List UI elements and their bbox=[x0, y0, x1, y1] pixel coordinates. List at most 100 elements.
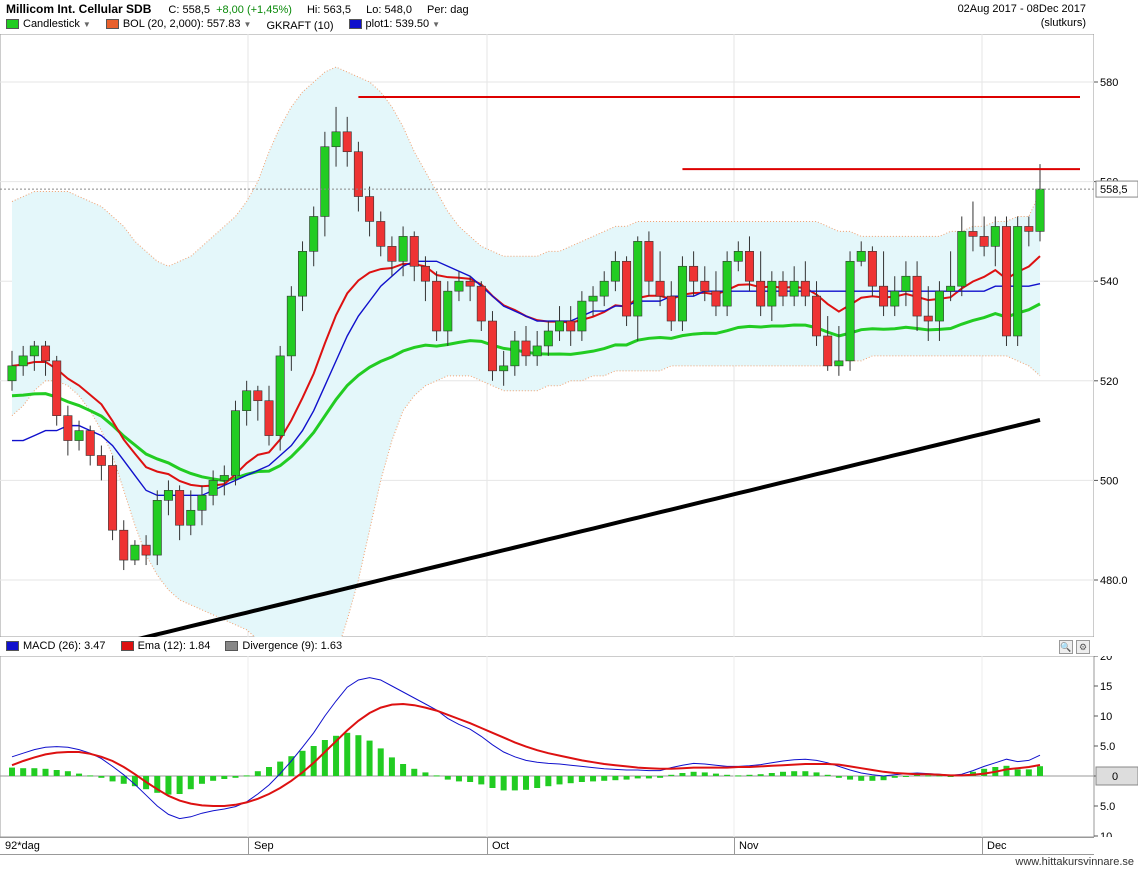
candle-body bbox=[152, 500, 162, 556]
candle-body bbox=[119, 529, 129, 561]
candle-body bbox=[510, 340, 520, 367]
candle-body bbox=[342, 131, 352, 153]
candle-body bbox=[197, 495, 207, 511]
divergence-bar bbox=[9, 767, 15, 776]
divergence-bar bbox=[768, 773, 775, 776]
candle-body bbox=[666, 295, 676, 322]
divergence-bar bbox=[98, 776, 105, 778]
divergence-bar bbox=[1037, 766, 1043, 776]
site-credit[interactable]: www.hittakursvinnare.se bbox=[1015, 856, 1134, 868]
price-axis-area bbox=[1094, 34, 1138, 637]
candle-body bbox=[96, 455, 106, 466]
divergence-bar bbox=[165, 776, 172, 795]
candle-body bbox=[566, 320, 576, 332]
candle-body bbox=[443, 290, 453, 332]
divergence-bar bbox=[869, 776, 876, 781]
candle-body bbox=[420, 265, 430, 282]
divergence-bar bbox=[87, 775, 94, 777]
legend-candlestick[interactable]: Candlestick ▼ bbox=[6, 18, 91, 30]
candle-body bbox=[487, 320, 497, 372]
macd-tick-label: 5.0 bbox=[1100, 741, 1115, 753]
candle-body bbox=[856, 251, 866, 262]
candle-body bbox=[968, 231, 978, 237]
candle-body bbox=[1035, 188, 1045, 232]
candle-body bbox=[18, 355, 28, 367]
divergence-bar bbox=[668, 774, 675, 776]
candle-body bbox=[555, 320, 565, 332]
divergence-bar bbox=[657, 776, 664, 778]
legend-label-plot1: plot1: 539.50 bbox=[365, 18, 430, 30]
divergence-bar bbox=[198, 776, 205, 784]
candle-body bbox=[74, 430, 84, 441]
candle-body bbox=[800, 280, 810, 297]
candle-body bbox=[722, 260, 732, 307]
macd-tick-label: 10 bbox=[1100, 711, 1112, 723]
price-tick-label: 480.0 bbox=[1100, 575, 1128, 587]
candle-body bbox=[85, 430, 95, 456]
divergence-bar bbox=[344, 732, 351, 776]
divergence-bar bbox=[221, 776, 228, 779]
candle-body bbox=[7, 365, 17, 382]
candle-body bbox=[108, 465, 118, 531]
price-chart[interactable]: 580560540520500480.0558,5 bbox=[0, 34, 1138, 637]
candle-body bbox=[432, 280, 442, 332]
legend-swatch-bollinger bbox=[105, 19, 119, 29]
divergence-bar bbox=[500, 776, 507, 791]
divergence-bar bbox=[76, 773, 83, 776]
candle-body bbox=[599, 280, 609, 297]
candle-body bbox=[353, 151, 363, 197]
legend-label-gkraft: GKRAFT (10) bbox=[266, 20, 334, 32]
divergence-bar bbox=[176, 776, 183, 794]
candle-body bbox=[644, 241, 654, 282]
zoom-icon[interactable]: 🔍 bbox=[1059, 640, 1073, 654]
macd-chart[interactable]: 20 15 10 5.0 5.0 10 0 bbox=[0, 656, 1138, 837]
divergence-bar bbox=[1025, 769, 1032, 776]
legend-bollinger[interactable]: BOL (20, 2,000): 557.83 ▼ bbox=[105, 18, 251, 30]
legend-gkraft[interactable]: GKRAFT (10) bbox=[266, 20, 333, 32]
candle-body bbox=[677, 265, 687, 322]
chevron-down-icon[interactable]: ▼ bbox=[243, 20, 251, 29]
legend-macd[interactable]: MACD (26): 3.47 bbox=[6, 640, 106, 652]
divergence-bar bbox=[712, 773, 719, 776]
candle-body bbox=[1001, 226, 1011, 337]
legend-plot1[interactable]: plot1: 539.50 ▼ bbox=[348, 18, 440, 30]
candle-body bbox=[532, 345, 542, 357]
candle-body bbox=[275, 355, 285, 436]
candle-body bbox=[789, 280, 799, 297]
divergence-bar bbox=[433, 775, 440, 777]
divergence-bar bbox=[254, 771, 261, 776]
candle-body bbox=[700, 280, 710, 292]
chevron-down-icon[interactable]: ▼ bbox=[83, 20, 91, 29]
divergence-bar bbox=[556, 776, 563, 785]
candle-body bbox=[543, 330, 553, 347]
date-range: 02Aug 2017 - 08Dec 2017 (slutkurs) bbox=[958, 2, 1086, 30]
candle-body bbox=[186, 509, 196, 526]
time-label-nov: Nov bbox=[739, 840, 759, 852]
chevron-down-icon[interactable]: ▼ bbox=[432, 20, 440, 29]
candle-body bbox=[219, 475, 229, 481]
divergence-bar bbox=[232, 776, 239, 778]
settings-icon[interactable]: ⚙ bbox=[1076, 640, 1090, 654]
divergence-bar bbox=[444, 776, 451, 780]
quote-summary: Millicom Int. Cellular SDB C: 558,5 +8,0… bbox=[6, 2, 469, 16]
divergence-bar bbox=[902, 776, 909, 777]
divergence-bar bbox=[824, 774, 831, 776]
legend-label-ema: Ema (12): 1.84 bbox=[137, 640, 211, 652]
legend-ema[interactable]: Ema (12): 1.84 bbox=[120, 640, 211, 652]
divergence-bar bbox=[791, 771, 798, 776]
candle-body bbox=[588, 295, 598, 302]
divergence-bar bbox=[590, 776, 597, 782]
close-label: C: bbox=[168, 4, 180, 16]
divergence-bar bbox=[489, 776, 496, 788]
candle-body bbox=[867, 251, 877, 287]
price-type-text: (slutkurs) bbox=[1040, 17, 1086, 29]
legend-divergence[interactable]: Divergence (9): 1.63 bbox=[225, 640, 342, 652]
divergence-bar bbox=[634, 776, 641, 779]
divergence-bar bbox=[53, 770, 60, 776]
divergence-bar bbox=[567, 776, 574, 784]
legend-label-candlestick: Candlestick bbox=[23, 18, 80, 30]
period-label: Per: bbox=[427, 4, 448, 16]
divergence-bar bbox=[187, 776, 194, 790]
divergence-bar bbox=[891, 776, 898, 778]
price-tick-label: 520 bbox=[1100, 376, 1118, 388]
